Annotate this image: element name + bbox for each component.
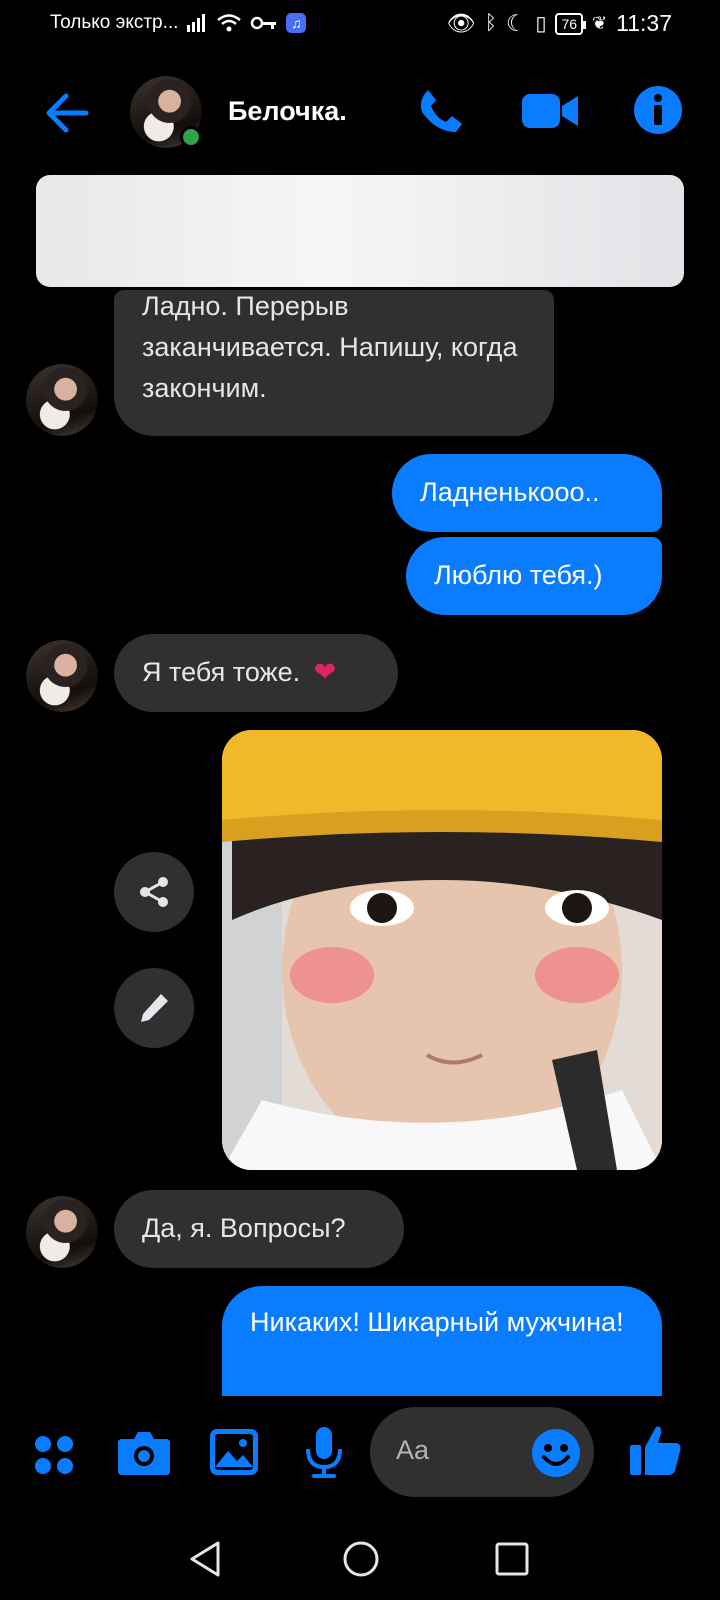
carrier-text: Только экстр... xyxy=(50,12,179,33)
share-icon xyxy=(140,877,168,907)
signal-icon xyxy=(187,14,206,32)
apps-grid-icon[interactable] xyxy=(32,1433,76,1477)
back-arrow-icon[interactable] xyxy=(44,90,90,136)
message-incoming[interactable]: Я тебя тоже. ❤ xyxy=(114,634,398,712)
message-text: Ладно. Перерыв заканчивается. Напишу, ко… xyxy=(142,291,518,403)
moon-icon: ☾ xyxy=(505,10,527,36)
sender-avatar[interactable] xyxy=(26,640,98,712)
photo-illustration xyxy=(222,730,662,1170)
status-right: 👁 ᛒ ☾ ▯ 76 ❦ 11:37 xyxy=(447,10,672,37)
pencil-icon xyxy=(141,994,168,1022)
info-icon[interactable] xyxy=(634,86,682,134)
message-incoming[interactable]: Ладно. Перерыв заканчивается. Напишу, ко… xyxy=(114,290,554,436)
clock-time: 11:37 xyxy=(616,10,672,36)
video-camera-icon[interactable] xyxy=(522,92,578,130)
message-outgoing[interactable]: Ладненькооо.. xyxy=(392,454,662,532)
photo-message[interactable] xyxy=(222,730,662,1170)
message-text: Люблю тебя.) xyxy=(434,560,603,590)
message-text: Да, я. Вопросы? xyxy=(142,1213,346,1243)
sender-avatar[interactable] xyxy=(26,1196,98,1268)
sender-avatar[interactable] xyxy=(26,364,98,436)
battery-indicator: 76 xyxy=(555,12,586,35)
phone-icon[interactable] xyxy=(416,86,466,136)
vpn-key-icon xyxy=(251,16,277,30)
contact-name[interactable]: Белочка. xyxy=(228,96,347,127)
message-text: Я тебя тоже. xyxy=(142,657,301,687)
message-text: Никаких! Шикарный мужчина! xyxy=(250,1307,624,1337)
microphone-icon[interactable] xyxy=(304,1427,344,1479)
message-input-placeholder: Aa xyxy=(396,1435,430,1465)
message-outgoing[interactable]: Никаких! Шикарный мужчина! xyxy=(222,1286,662,1396)
system-nav-bar xyxy=(0,1520,720,1600)
message-incoming[interactable]: Да, я. Вопросы? xyxy=(114,1190,404,1268)
camera-icon[interactable] xyxy=(118,1429,170,1475)
vibrate-icon: ▯ xyxy=(535,13,547,35)
nav-home-icon[interactable] xyxy=(342,1540,380,1578)
eye-icon: 👁 xyxy=(446,10,476,36)
emoji-icon[interactable] xyxy=(532,1429,580,1477)
message-composer: Aa xyxy=(0,1395,720,1515)
message-outgoing[interactable]: Люблю тебя.) xyxy=(406,537,662,615)
gallery-icon[interactable] xyxy=(210,1429,258,1475)
bluetooth-icon: ᛒ xyxy=(484,12,497,34)
status-left: Только экстр... ♫ xyxy=(50,12,307,34)
status-bar: Только экстр... ♫ 👁 ᛒ ☾ ▯ 76 ❦ 11:37 xyxy=(0,0,720,50)
nav-recents-icon[interactable] xyxy=(495,1542,529,1576)
pinned-banner[interactable] xyxy=(36,175,684,287)
music-app-icon: ♫ xyxy=(286,13,307,33)
nav-back-icon[interactable] xyxy=(188,1540,222,1578)
online-status-dot xyxy=(180,126,202,148)
heart-emoji: ❤ xyxy=(313,657,337,687)
message-input[interactable]: Aa xyxy=(370,1407,594,1497)
message-text: Ладненькооо.. xyxy=(420,477,600,507)
thumbs-up-icon[interactable] xyxy=(630,1423,682,1477)
wifi-icon xyxy=(217,14,242,32)
leaf-icon: ❦ xyxy=(592,13,608,33)
edit-button[interactable] xyxy=(114,968,194,1048)
chat-header: Белочка. xyxy=(0,60,720,170)
share-button[interactable] xyxy=(114,852,194,932)
